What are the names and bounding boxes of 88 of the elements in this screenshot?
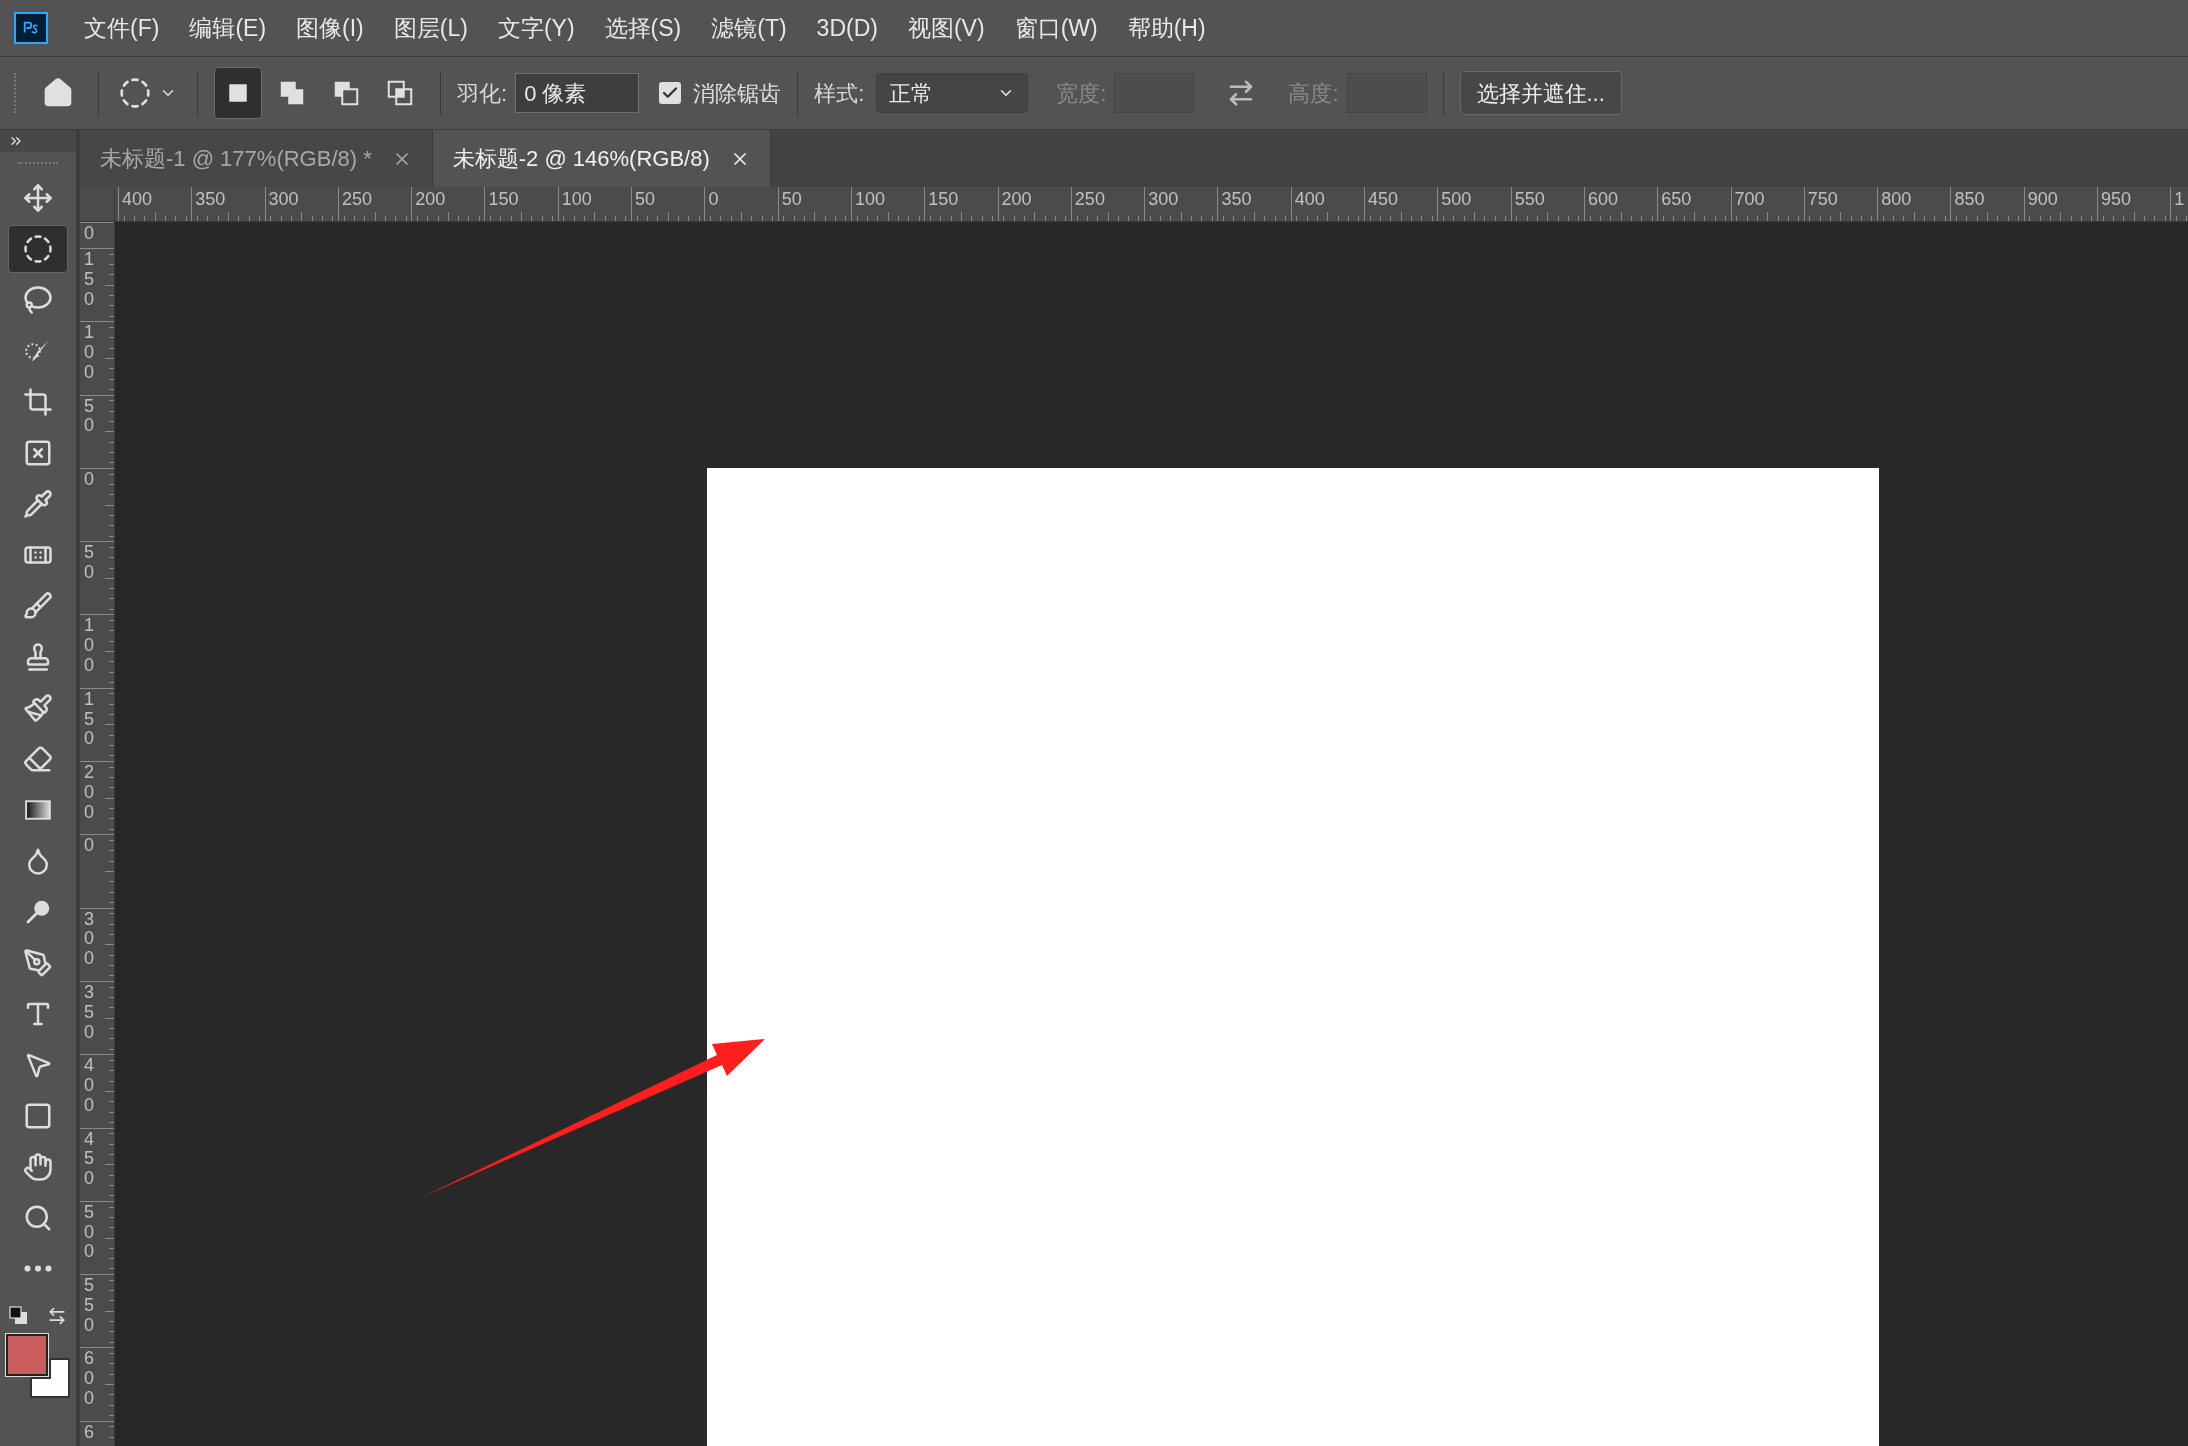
ruler-label: 50 xyxy=(84,396,95,437)
hand-icon xyxy=(23,1151,53,1182)
ruler-label: 400 xyxy=(1294,190,1325,208)
background-color-swatch[interactable] xyxy=(30,1358,70,1398)
menu-item[interactable]: 视图(V) xyxy=(907,10,985,46)
ruler-label: 400 xyxy=(122,190,153,208)
eyedropper-icon xyxy=(23,488,53,519)
ruler-label: 50 xyxy=(781,190,802,208)
menu-item[interactable]: 编辑(E) xyxy=(189,10,267,46)
eraser-icon xyxy=(23,743,53,774)
ruler-label: 100 xyxy=(854,190,885,208)
ruler-label: 350 xyxy=(1221,190,1252,208)
ruler-label: 500 xyxy=(1441,190,1472,208)
ruler-label: 100 xyxy=(84,323,95,383)
ruler-label: 6 xyxy=(84,1422,95,1443)
ruler-label: 900 xyxy=(2027,190,2058,208)
ruler-label: 50 xyxy=(635,190,656,208)
swap-colors-icon[interactable] xyxy=(47,1306,67,1326)
ruler-label: 200 xyxy=(1001,190,1032,208)
field-label: 样式: xyxy=(814,79,865,108)
menu-item[interactable]: 滤镜(T) xyxy=(711,10,787,46)
move-icon xyxy=(23,182,53,213)
ruler-label: 300 xyxy=(84,909,95,970)
ruler-label: 100 xyxy=(561,190,592,208)
ruler-label: 600 xyxy=(84,1349,95,1409)
ruler-label: 150 xyxy=(488,190,519,208)
ruler-label: 150 xyxy=(84,689,95,750)
document-tab[interactable]: 未标题-2 @ 146%(RGB/8) xyxy=(432,130,771,187)
ruler-label: 250 xyxy=(1074,190,1105,208)
ruler-label: 800 xyxy=(1881,190,1912,208)
ruler-label: 0 xyxy=(84,224,95,244)
refine-button[interactable]: 选择并遮住... xyxy=(1459,71,1622,115)
ruler-label: 450 xyxy=(1368,190,1399,208)
ruler-label: 0 xyxy=(84,469,95,490)
home-icon xyxy=(42,77,74,109)
ruler-label: 450 xyxy=(84,1129,95,1189)
menu-item[interactable]: 帮助(H) xyxy=(1127,10,1206,46)
style-dropdown[interactable]: 正常 xyxy=(876,73,1029,113)
input-field[interactable]: 0 像素 xyxy=(515,73,640,113)
ruler-label: 550 xyxy=(1514,190,1545,208)
ruler-label: 350 xyxy=(195,190,226,208)
lasso-icon xyxy=(23,284,53,315)
ruler-label: 50 xyxy=(84,543,95,583)
menu-item[interactable]: 窗口(W) xyxy=(1014,10,1098,46)
ellipse-marquee-icon xyxy=(23,233,53,264)
menu-item[interactable]: 图像(I) xyxy=(296,10,364,46)
menu-item[interactable]: 文件(F) xyxy=(84,10,160,46)
ruler-label: 0 xyxy=(708,190,719,208)
ruler-label: 850 xyxy=(1954,190,1985,208)
ruler-label: 150 xyxy=(84,250,95,310)
ruler-label: 1 xyxy=(2174,190,2185,208)
foreground-color-swatch[interactable] xyxy=(6,1334,48,1376)
ruler-label: 750 xyxy=(1807,190,1838,208)
document-tab[interactable]: 未标题-1 @ 177%(RGB/8) * xyxy=(80,130,433,187)
ruler-label: 100 xyxy=(84,616,95,676)
ruler-label: 250 xyxy=(341,190,372,208)
ruler-label: 600 xyxy=(1587,190,1618,208)
ruler-label: 150 xyxy=(928,190,959,208)
ruler-label: 200 xyxy=(415,190,446,208)
ruler-label: 700 xyxy=(1734,190,1765,208)
app-logo[interactable] xyxy=(14,12,48,44)
ruler-label: 0 xyxy=(84,836,95,857)
ruler-label: 200 xyxy=(84,763,95,823)
menu-item[interactable]: 3D(D) xyxy=(816,10,878,46)
ruler-label: 400 xyxy=(84,1056,95,1116)
crop-icon xyxy=(23,386,53,417)
tool-button[interactable] xyxy=(8,224,68,273)
ruler-label: 650 xyxy=(1661,190,1692,208)
pen-icon xyxy=(23,947,53,978)
history-brush-icon xyxy=(23,692,53,723)
selection-mode-button[interactable] xyxy=(214,67,262,119)
menu-item[interactable]: 选择(S) xyxy=(604,10,682,46)
menu-item[interactable]: 图层(L) xyxy=(393,10,468,46)
ellipse-marquee-icon xyxy=(119,77,151,109)
ruler-label: 300 xyxy=(1148,190,1179,208)
intersect-selection-icon xyxy=(385,78,415,108)
menu-item[interactable]: 文字(Y) xyxy=(497,10,575,46)
ruler-label: 500 xyxy=(84,1202,95,1263)
checkbox-label: 消除锯齿 xyxy=(693,79,782,108)
field-label: 羽化: xyxy=(457,79,508,108)
checkbox[interactable] xyxy=(659,82,682,104)
ruler-label: 550 xyxy=(84,1276,95,1336)
more-icon xyxy=(24,1265,52,1272)
ruler-label: 300 xyxy=(268,190,299,208)
default-colors-icon[interactable] xyxy=(9,1306,29,1326)
ruler-label: 350 xyxy=(84,982,95,1043)
ruler-label: 950 xyxy=(2101,190,2132,208)
brush-icon xyxy=(23,590,53,621)
